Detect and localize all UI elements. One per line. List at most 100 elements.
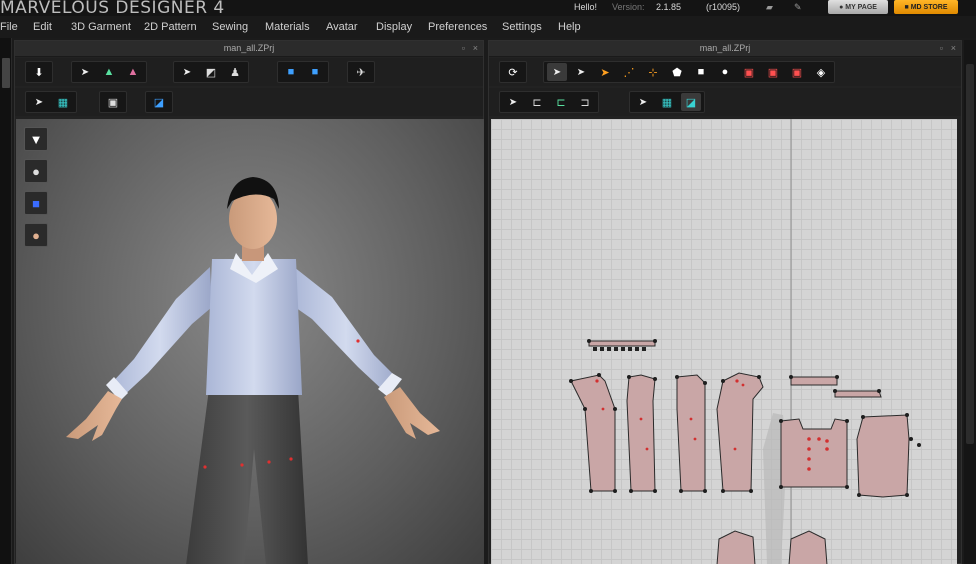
pattern-piece <box>790 376 838 386</box>
rectangle-icon[interactable]: ■ <box>691 63 711 81</box>
dart-icon[interactable]: ▣ <box>739 63 759 81</box>
select-move-icon[interactable]: ➤ <box>75 63 95 81</box>
tool-group-garment: ➤ ▲ ▲ <box>71 61 147 83</box>
toolbar-3d-row1: ⬇ ➤ ▲ ▲ ➤ ◩ ♟ ■ ■ ✈ <box>15 58 483 86</box>
left-dock-strip <box>0 38 12 564</box>
panel-2d-header: man_all.ZPrj ▫ × <box>489 41 961 57</box>
texture-grid-icon[interactable]: ▦ <box>657 93 677 111</box>
mesh-grid-icon[interactable]: ▦ <box>53 93 73 111</box>
toolbar-2d-row2: ➤ ⊏ ⊏ ⊐ ➤ ▦ ◪ <box>489 88 961 116</box>
greeting-text: Hello! <box>574 2 598 12</box>
center-point-icon[interactable]: ⊹ <box>643 63 663 81</box>
tool-group-flag: ◪ <box>145 91 173 113</box>
md-store-label: MD STORE <box>910 3 948 11</box>
panel-close-icon[interactable]: × <box>473 43 478 53</box>
avatar-box-icon[interactable]: ▣ <box>103 93 123 111</box>
menu-2d-pattern[interactable]: 2D Pattern <box>144 21 197 33</box>
pattern-pieces[interactable] <box>491 119 957 564</box>
move-down-icon[interactable]: ⬇ <box>29 63 49 81</box>
toolbar-2d-row1: ⟳ ➤ ➤ ➤ ⋰ ⊹ ⬟ ■ ● ▣ ▣ ▣ ◈ <box>489 58 961 86</box>
menu-materials[interactable]: Materials <box>265 21 310 33</box>
pattern-piece <box>780 418 848 488</box>
tool-group-sewing: ➤ ⊏ ⊏ ⊐ <box>499 91 599 113</box>
select-pattern-icon[interactable]: ➤ <box>547 63 567 81</box>
internal-rect-icon[interactable]: ▣ <box>763 63 783 81</box>
menu-settings[interactable]: Settings <box>502 21 542 33</box>
tool-group-pattern-tools: ➤ ➤ ➤ ⋰ ⊹ ⬟ ■ ● ▣ ▣ ▣ ◈ <box>543 61 835 83</box>
curve-point-icon[interactable]: ➤ <box>595 63 615 81</box>
panel-2d-title: man_all.ZPrj <box>699 43 751 53</box>
scrollbar-thumb[interactable] <box>966 64 974 444</box>
select-sewing-icon[interactable]: ➤ <box>503 93 523 111</box>
menu-edit[interactable]: Edit <box>33 21 52 33</box>
circle-icon[interactable]: ● <box>715 63 735 81</box>
add-point-icon[interactable]: ⋰ <box>619 63 639 81</box>
menu-sewing[interactable]: Sewing <box>212 21 248 33</box>
menu-avatar[interactable]: Avatar <box>326 21 358 33</box>
avatar-pose-icon[interactable]: ♟ <box>225 63 245 81</box>
tool-group-down: ⬇ <box>25 61 53 83</box>
tool-group-rotate: ⟳ <box>499 61 527 83</box>
viewport-2d-pattern[interactable] <box>491 119 957 564</box>
shirt-blue2-icon[interactable]: ■ <box>305 63 325 81</box>
pattern-piece <box>716 530 756 564</box>
cart-icon: ■ <box>904 3 909 11</box>
select-mesh-icon[interactable]: ➤ <box>29 93 49 111</box>
build-number: (r10095) <box>706 2 741 12</box>
garment-green-icon[interactable]: ▲ <box>99 63 119 81</box>
menu-file[interactable]: File <box>0 21 18 33</box>
menu-display[interactable]: Display <box>376 21 412 33</box>
pattern-piece <box>834 390 882 398</box>
dock-tab[interactable] <box>2 58 10 88</box>
select-pin-icon[interactable]: ➤ <box>177 63 197 81</box>
panel-close-icon[interactable]: × <box>951 43 956 53</box>
running-icon[interactable]: ✈ <box>351 63 371 81</box>
flag-icon[interactable]: ◪ <box>149 93 169 111</box>
segment-sew-icon[interactable]: ⊏ <box>527 93 547 111</box>
md-store-button[interactable]: ■ MD STORE <box>894 0 958 14</box>
panel-3d-header: man_all.ZPrj ▫ × <box>15 41 483 57</box>
panel-3d-garment: man_all.ZPrj ▫ × ⬇ ➤ ▲ ▲ ➤ ◩ ♟ ■ ■ ✈ ➤ ▦… <box>14 40 484 564</box>
menu-preferences[interactable]: Preferences <box>428 21 487 33</box>
brush-icon[interactable]: ✎ <box>794 2 806 12</box>
pattern-piece <box>676 374 706 492</box>
toolbar-3d-row2: ➤ ▦ ▣ ◪ <box>15 88 483 116</box>
panel-float-icon[interactable]: ▫ <box>940 43 943 53</box>
fold-icon[interactable]: ◩ <box>201 63 221 81</box>
edit-point-icon[interactable]: ➤ <box>571 63 591 81</box>
free-sew-icon[interactable]: ⊏ <box>551 93 571 111</box>
viewport-3d[interactable]: ▼ ● ■ ● <box>16 119 484 564</box>
version-label: Version: <box>612 2 645 12</box>
pattern-collar-band <box>588 340 656 347</box>
avatar-model[interactable] <box>16 119 484 564</box>
camera-icon[interactable]: ▰ <box>766 2 778 12</box>
pattern-piece <box>626 374 656 492</box>
internal-circle-icon[interactable]: ▣ <box>787 63 807 81</box>
texture-edit-icon[interactable]: ◪ <box>681 93 701 111</box>
garment-pink-icon[interactable]: ▲ <box>123 63 143 81</box>
tool-group-shirts: ■ ■ <box>277 61 329 83</box>
tool-group-sim: ✈ <box>347 61 375 83</box>
shirt-blue-icon[interactable]: ■ <box>281 63 301 81</box>
menu-3d-garment[interactable]: 3D Garment <box>71 21 131 33</box>
tool-group-pin: ➤ ◩ ♟ <box>173 61 249 83</box>
polygon-icon[interactable]: ⬟ <box>667 63 687 81</box>
tool-group-texture: ➤ ▦ ◪ <box>629 91 705 113</box>
panel-3d-title: man_all.ZPrj <box>223 43 275 53</box>
menu-help[interactable]: Help <box>558 21 581 33</box>
title-bar: MARVELOUS DESIGNER 4 Hello! Version: 2.1… <box>0 0 976 18</box>
rotate-icon[interactable]: ⟳ <box>503 63 523 81</box>
menu-bar: File Edit 3D Garment 2D Pattern Sewing M… <box>0 16 976 38</box>
tool-group-avatar-box: ▣ <box>99 91 127 113</box>
sew-check-icon[interactable]: ⊐ <box>575 93 595 111</box>
trace-icon[interactable]: ◈ <box>811 63 831 81</box>
select-texture-icon[interactable]: ➤ <box>633 93 653 111</box>
pattern-piece <box>716 372 764 492</box>
vertical-scrollbar[interactable] <box>964 40 976 564</box>
pattern-piece <box>570 374 616 492</box>
user-icon: ● <box>839 3 844 11</box>
my-page-button[interactable]: ● MY PAGE <box>828 0 888 14</box>
panel-float-icon[interactable]: ▫ <box>462 43 465 53</box>
pattern-piece <box>788 530 828 564</box>
version-number: 2.1.85 <box>656 2 682 12</box>
